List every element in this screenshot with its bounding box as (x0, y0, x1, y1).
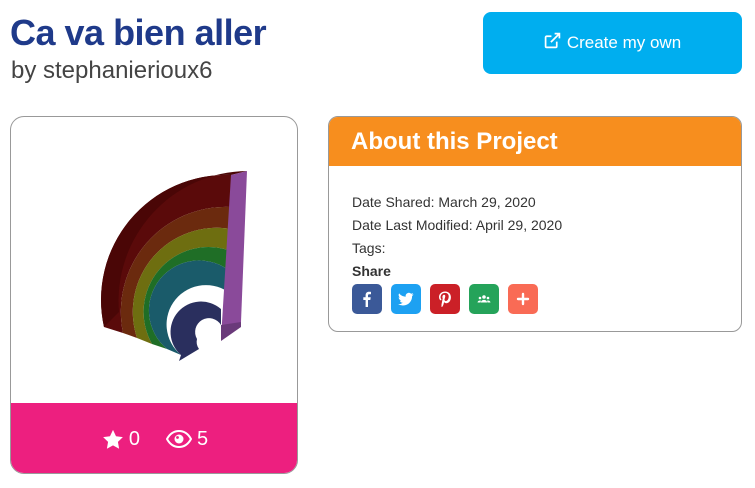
likes-stat[interactable]: 0 (102, 428, 140, 451)
external-link-icon (544, 32, 561, 54)
project-title: Ca va bien aller (10, 12, 267, 53)
create-my-own-label: Create my own (566, 33, 682, 52)
views-stat: 5 (166, 428, 208, 451)
likes-count: 0 (128, 427, 140, 450)
project-card[interactable]: 0 5 (10, 116, 298, 474)
rainbow-model-image (101, 171, 247, 361)
tags: Tags: (352, 240, 386, 256)
twitter-icon (398, 291, 414, 307)
date-shared: Date Shared: March 29, 2020 (352, 194, 536, 210)
share-classroom-button[interactable] (469, 284, 499, 314)
share-pinterest-button[interactable] (430, 284, 460, 314)
share-more-button[interactable] (508, 284, 538, 314)
share-buttons (352, 284, 741, 314)
eye-icon (166, 430, 192, 448)
facebook-icon (359, 291, 375, 307)
project-thumbnail[interactable] (11, 117, 297, 403)
about-header: About this Project (329, 117, 741, 166)
create-my-own-button[interactable]: Create my own (483, 12, 742, 74)
pinterest-icon (437, 291, 453, 307)
classroom-icon (476, 291, 492, 307)
star-icon (102, 429, 124, 450)
views-count: 5 (197, 427, 209, 450)
project-author[interactable]: by stephanierioux6 (11, 56, 212, 86)
date-modified: Date Last Modified: April 29, 2020 (352, 217, 563, 233)
about-panel: About this Project Date Shared: March 29… (328, 116, 742, 332)
share-label: Share (352, 263, 391, 279)
project-stats-bar: 0 5 (11, 403, 297, 473)
plus-icon (515, 291, 531, 307)
share-twitter-button[interactable] (391, 284, 421, 314)
share-facebook-button[interactable] (352, 284, 382, 314)
